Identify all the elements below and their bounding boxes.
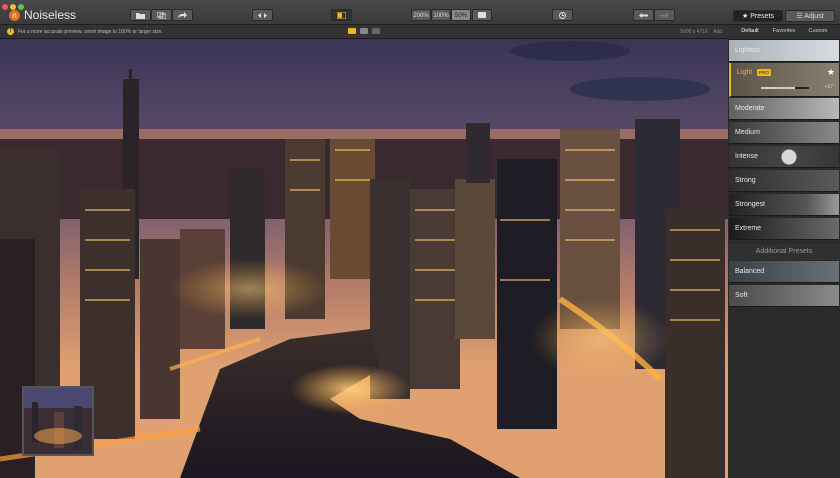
tab-favorites[interactable]: Favorites xyxy=(768,28,800,34)
copy-icon xyxy=(157,12,166,19)
sliders-icon: ☰ xyxy=(796,13,803,20)
tab-custom[interactable]: Custom xyxy=(804,28,832,34)
compare-button[interactable] xyxy=(252,9,273,21)
split-view-button[interactable] xyxy=(331,9,352,21)
adjust-tab[interactable]: ☰ Adjust xyxy=(785,10,835,22)
presets-tab-label: Presets xyxy=(750,13,774,20)
info-message: For a more accurate preview, zoom image … xyxy=(18,29,163,35)
preset-label: Intense xyxy=(735,153,758,160)
redo-button[interactable] xyxy=(654,9,675,21)
presets-panel: Default Favorites Custom Lightest Light … xyxy=(728,25,840,478)
zoom-fit-button[interactable] xyxy=(472,9,492,21)
title-bar: n Noiseless 200% 100% 50% ★ Presets ☰ Ad… xyxy=(0,0,840,25)
preset-label: Moderate xyxy=(735,105,765,112)
preset-label: Light xyxy=(737,69,753,76)
dimensions-extra: Add xyxy=(713,29,722,35)
preset-category-tabs: Default Favorites Custom xyxy=(728,25,840,40)
export-button[interactable] xyxy=(172,9,193,21)
split-view-icon xyxy=(337,12,346,19)
arrows-icon xyxy=(258,13,267,18)
open-file-button[interactable] xyxy=(130,9,151,21)
warning-icon: ! xyxy=(7,28,14,35)
presets-tab[interactable]: ★ Presets xyxy=(733,10,783,22)
tab-default[interactable]: Default xyxy=(736,28,764,34)
favorite-star-icon[interactable]: ★ xyxy=(827,67,835,78)
image-dimensions: 5000 x 4716 Add xyxy=(680,29,722,35)
app-logo-icon: n xyxy=(9,10,20,21)
preset-intense[interactable]: Intense xyxy=(729,146,839,168)
city-night-photo xyxy=(0,39,728,478)
batch-button[interactable] xyxy=(151,9,172,21)
strength-slider[interactable] xyxy=(761,87,809,89)
preset-strong[interactable]: Strong xyxy=(729,170,839,192)
zoom-200-button[interactable]: 200% xyxy=(411,9,431,21)
photo-preview[interactable] xyxy=(0,39,728,478)
preset-medium[interactable]: Medium xyxy=(729,122,839,144)
thumbnail-image xyxy=(24,388,92,454)
preset-moderate[interactable]: Moderate xyxy=(729,98,839,120)
strength-value: +37 xyxy=(824,84,833,90)
strength-slider-fill xyxy=(761,87,795,89)
preset-extreme[interactable]: Extreme xyxy=(729,218,839,240)
zoom-50-button[interactable]: 50% xyxy=(451,9,471,21)
preset-label: Extreme xyxy=(735,225,762,232)
split-compare-icon[interactable] xyxy=(372,28,380,34)
adjust-tab-label: Adjust xyxy=(804,13,824,20)
preset-light[interactable]: Light PRO ★ +37 xyxy=(729,63,839,97)
navigator-thumbnail[interactable] xyxy=(22,386,94,456)
preset-label: Medium xyxy=(735,129,760,136)
preset-label: Strong xyxy=(735,177,756,184)
undo-icon xyxy=(639,13,648,18)
redo-icon xyxy=(660,13,669,18)
preset-lightest[interactable]: Lightest xyxy=(729,40,839,62)
dimensions-value: 5000 x 4716 xyxy=(680,29,708,35)
preset-strongest[interactable]: Strongest xyxy=(729,194,839,216)
preset-label: Balanced xyxy=(735,268,765,275)
close-window-button[interactable] xyxy=(2,4,8,10)
folder-icon xyxy=(136,13,145,19)
undo-button[interactable] xyxy=(633,9,654,21)
preset-label: Lightest xyxy=(735,47,760,54)
fit-icon xyxy=(478,12,486,18)
pro-badge: PRO xyxy=(757,69,771,76)
preset-label: Strongest xyxy=(735,201,765,208)
zoom-100-button[interactable]: 100% xyxy=(431,9,451,21)
preset-label: Soft xyxy=(735,292,748,299)
star-icon: ★ xyxy=(742,13,749,20)
preset-soft[interactable]: Soft xyxy=(729,285,839,307)
preset-balanced[interactable]: Balanced xyxy=(729,261,839,283)
info-bar: ! For a more accurate preview, zoom imag… xyxy=(0,25,728,39)
history-icon xyxy=(559,12,566,19)
side-by-side-icon[interactable] xyxy=(360,28,368,34)
history-button[interactable] xyxy=(552,9,573,21)
share-icon xyxy=(178,12,187,18)
single-view-icon[interactable] xyxy=(348,28,356,34)
app-name: Noiseless xyxy=(24,8,77,22)
additional-presets-heading: Additional Presets xyxy=(728,244,840,260)
